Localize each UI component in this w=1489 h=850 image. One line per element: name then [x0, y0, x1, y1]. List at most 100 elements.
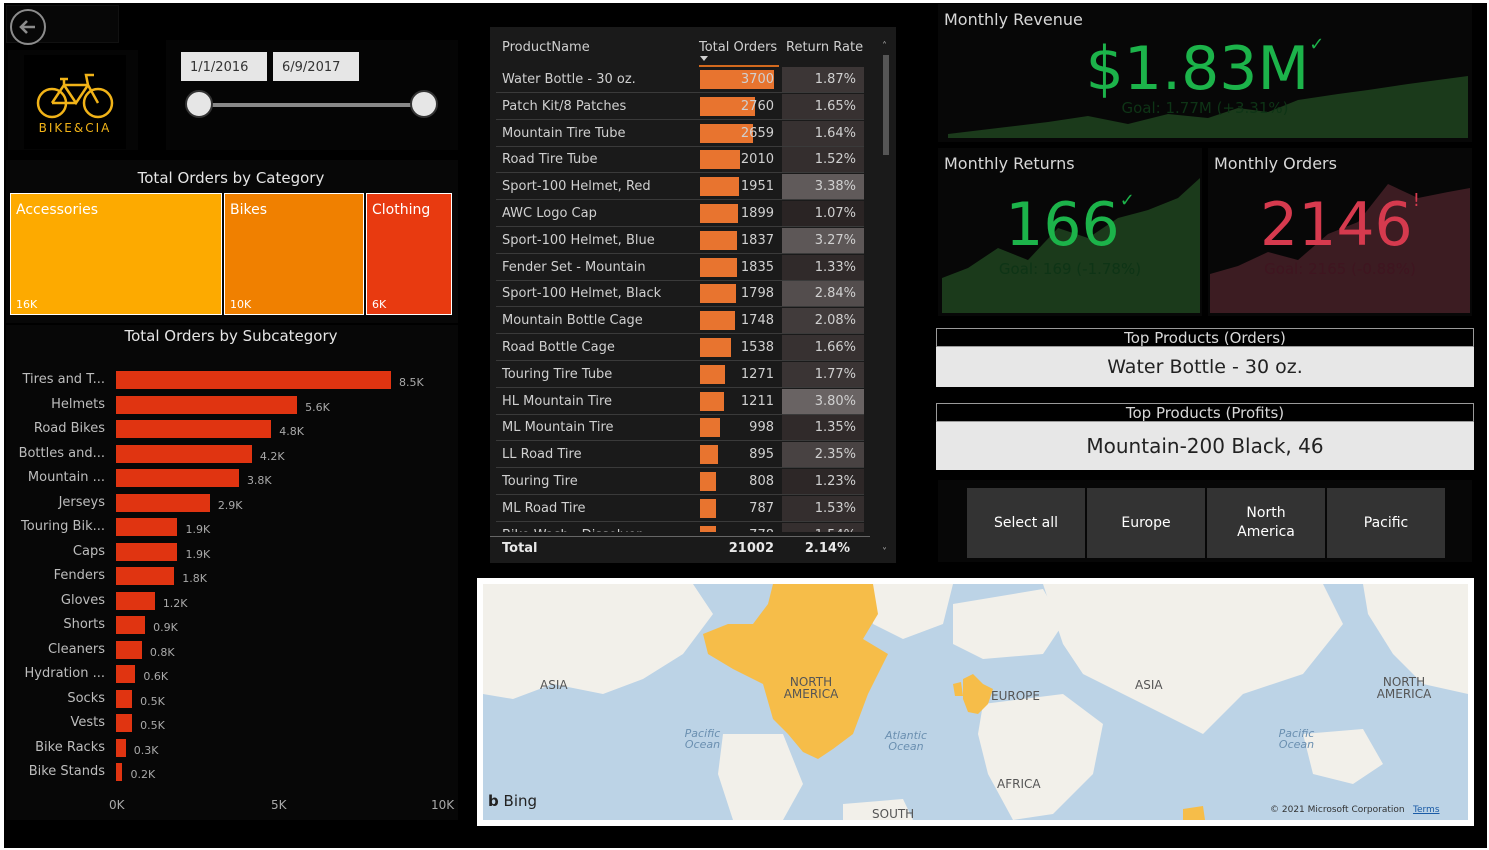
date-slider-track[interactable] — [199, 103, 424, 107]
table-row[interactable]: Water Bottle - 30 oz. 3700 1.87% — [496, 67, 864, 93]
column-header-product-name[interactable]: ProductName — [502, 40, 590, 55]
return-rate-text: 1.77% — [814, 366, 856, 382]
kpi-revenue-goal: Goal: 1.77M (+3.31%) — [1121, 99, 1289, 117]
bar[interactable] — [116, 395, 298, 414]
table-cell-product-name: Road Tire Tube — [502, 152, 598, 168]
table-cell-total-orders: 1211 — [740, 393, 774, 409]
bar[interactable] — [116, 763, 123, 781]
table-row[interactable]: LL Road Tire 895 2.35% — [496, 442, 864, 469]
table-row[interactable]: Patch Kit/8 Patches 2760 1.65% — [496, 93, 864, 120]
bar-value-label: 1.9K — [185, 547, 211, 561]
bar[interactable] — [116, 444, 252, 463]
category-tile[interactable]: Clothing 6K — [366, 193, 452, 315]
scroll-up-icon[interactable]: ˄ — [882, 41, 887, 52]
end-date-input[interactable]: 6/9/2017 — [273, 52, 359, 81]
table-row[interactable]: Touring Tire Tube 1271 1.77% — [496, 361, 864, 388]
column-header-total-orders[interactable]: Total Orders — [699, 40, 777, 55]
map-terms-link[interactable]: Terms — [1413, 805, 1440, 815]
table-row[interactable]: ML Road Tire 787 1.53% — [496, 495, 864, 522]
table-row[interactable]: HL Mountain Tire 1211 3.80% — [496, 388, 864, 415]
region-button-europe[interactable]: Europe — [1087, 488, 1205, 558]
bar[interactable] — [116, 518, 178, 536]
bar-value-label: 5.6K — [305, 400, 330, 414]
start-date-input[interactable]: 1/1/2016 — [181, 52, 267, 81]
map-label-atlantic-ocean: Atlantic Ocean — [884, 729, 928, 753]
bar[interactable] — [116, 616, 146, 634]
return-rate-text: 3.38% — [814, 179, 856, 195]
date-slider-start-handle[interactable] — [185, 90, 213, 118]
table-cell-product-name: LL Road Tire — [502, 447, 582, 463]
map-label-asia: ASIA — [1135, 678, 1163, 692]
bar-value-label: 4.2K — [259, 449, 285, 463]
kpi-orders-value: 2146! — [1208, 190, 1472, 260]
category-tile[interactable]: Bikes 10K — [224, 193, 364, 315]
table-cell-return-rate: 1.66% — [782, 335, 864, 360]
table-row[interactable]: Sport-100 Helmet, Black 1798 2.84% — [496, 281, 864, 308]
bar[interactable] — [116, 640, 142, 659]
bar[interactable] — [116, 591, 155, 610]
table-row[interactable]: Fender Set - Mountain 1835 1.33% — [496, 254, 864, 281]
bar[interactable] — [116, 542, 178, 561]
bar[interactable] — [116, 738, 126, 757]
map-label-europe: EUROPE — [991, 689, 1040, 703]
table-row[interactable]: AWC Logo Cap 1899 1.07% — [496, 201, 864, 227]
kpi-revenue-number: $1.83M — [1085, 34, 1310, 104]
bar[interactable] — [116, 469, 239, 487]
table-cell-return-rate: 1.23% — [782, 469, 864, 494]
table-cell-return-rate: 2.84% — [782, 281, 864, 307]
map-copyright: © 2021 Microsoft Corporation — [1270, 805, 1405, 815]
table-cell-total-orders: 1837 — [740, 232, 774, 248]
table-row[interactable]: Sport-100 Helmet, Blue 1837 3.27% — [496, 227, 864, 254]
region-button-pacific[interactable]: Pacific — [1327, 488, 1445, 558]
bar[interactable] — [116, 714, 133, 732]
bar-value-label: 2.9K — [217, 498, 243, 512]
bar[interactable] — [116, 567, 175, 585]
bar[interactable] — [116, 371, 391, 389]
category-tile-label: Clothing — [372, 202, 431, 218]
category-tile-value: 10K — [230, 298, 252, 311]
scrollbar-thumb[interactable] — [883, 55, 889, 155]
table-row[interactable]: Mountain Bottle Cage 1748 2.08% — [496, 308, 864, 335]
kpi-monthly-revenue: Monthly Revenue $1.83M✓ Goal: 1.77M (+3.… — [938, 4, 1472, 142]
table-cell-product-name: Fender Set - Mountain — [502, 259, 646, 275]
table-row[interactable]: Road Tire Tube 2010 1.52% — [496, 147, 864, 174]
table-scrollbar[interactable]: ˄ ˅ — [882, 41, 890, 558]
bar-category-label: Caps — [72, 543, 105, 559]
table-cell-total-orders: 2010 — [740, 152, 774, 168]
category-tile[interactable]: Accessories 16K — [10, 193, 222, 315]
table-row[interactable]: ML Mountain Tire 998 1.35% — [496, 415, 864, 442]
table-row[interactable]: Bike Wash - Dissolver 778 1.54% — [496, 522, 864, 532]
region-button-north-america[interactable]: North America — [1207, 488, 1325, 558]
table-row[interactable]: Mountain Tire Tube 2659 1.64% — [496, 120, 864, 147]
table-row[interactable]: Sport-100 Helmet, Red 1951 3.38% — [496, 174, 864, 201]
back-button[interactable] — [10, 9, 46, 45]
table-cell-return-rate: 1.77% — [782, 361, 864, 387]
bar[interactable] — [116, 689, 133, 708]
kpi-returns-title: Monthly Returns — [944, 154, 1075, 173]
bar[interactable] — [116, 493, 210, 512]
bar[interactable] — [116, 420, 272, 438]
app: BIKE&CIA 1/1/2016 6/9/2017 Total Orders … — [0, 0, 1489, 850]
bar-category-label: Helmets — [51, 396, 105, 412]
table-cell-return-rate: 3.80% — [782, 388, 864, 414]
table-row[interactable]: Touring Tire 808 1.23% — [496, 469, 864, 495]
table-cell-total-orders: 998 — [749, 420, 774, 436]
alert-icon: ! — [1412, 190, 1420, 211]
column-header-return-rate[interactable]: Return Rate — [786, 40, 863, 55]
return-rate-text: 1.54% — [815, 528, 856, 532]
table-cell-product-name: Sport-100 Helmet, Blue — [502, 232, 655, 248]
table-cell-return-rate: 1.54% — [782, 522, 864, 532]
bar[interactable] — [116, 665, 136, 683]
table-cell-return-rate: 1.65% — [782, 93, 864, 119]
scroll-down-icon[interactable]: ˅ — [882, 547, 887, 558]
table-row[interactable]: Road Bottle Cage 1538 1.66% — [496, 335, 864, 361]
map-visual[interactable]: ASIA NORTH AMERICA EUROPE ASIA NORTH AME… — [477, 578, 1474, 826]
map-canvas[interactable]: ASIA NORTH AMERICA EUROPE ASIA NORTH AME… — [483, 584, 1468, 820]
back-arrow-icon — [19, 20, 35, 34]
bar-category-label: Bike Racks — [35, 739, 105, 755]
bar-value-label: 1.9K — [185, 523, 211, 536]
region-button-select-all[interactable]: Select all — [967, 488, 1085, 558]
date-slider-end-handle[interactable] — [410, 90, 438, 118]
table-body[interactable]: Water Bottle - 30 oz. 3700 1.87% Patch Kit/… — [490, 67, 870, 532]
bar-category-label: Bottles and... — [18, 445, 105, 461]
